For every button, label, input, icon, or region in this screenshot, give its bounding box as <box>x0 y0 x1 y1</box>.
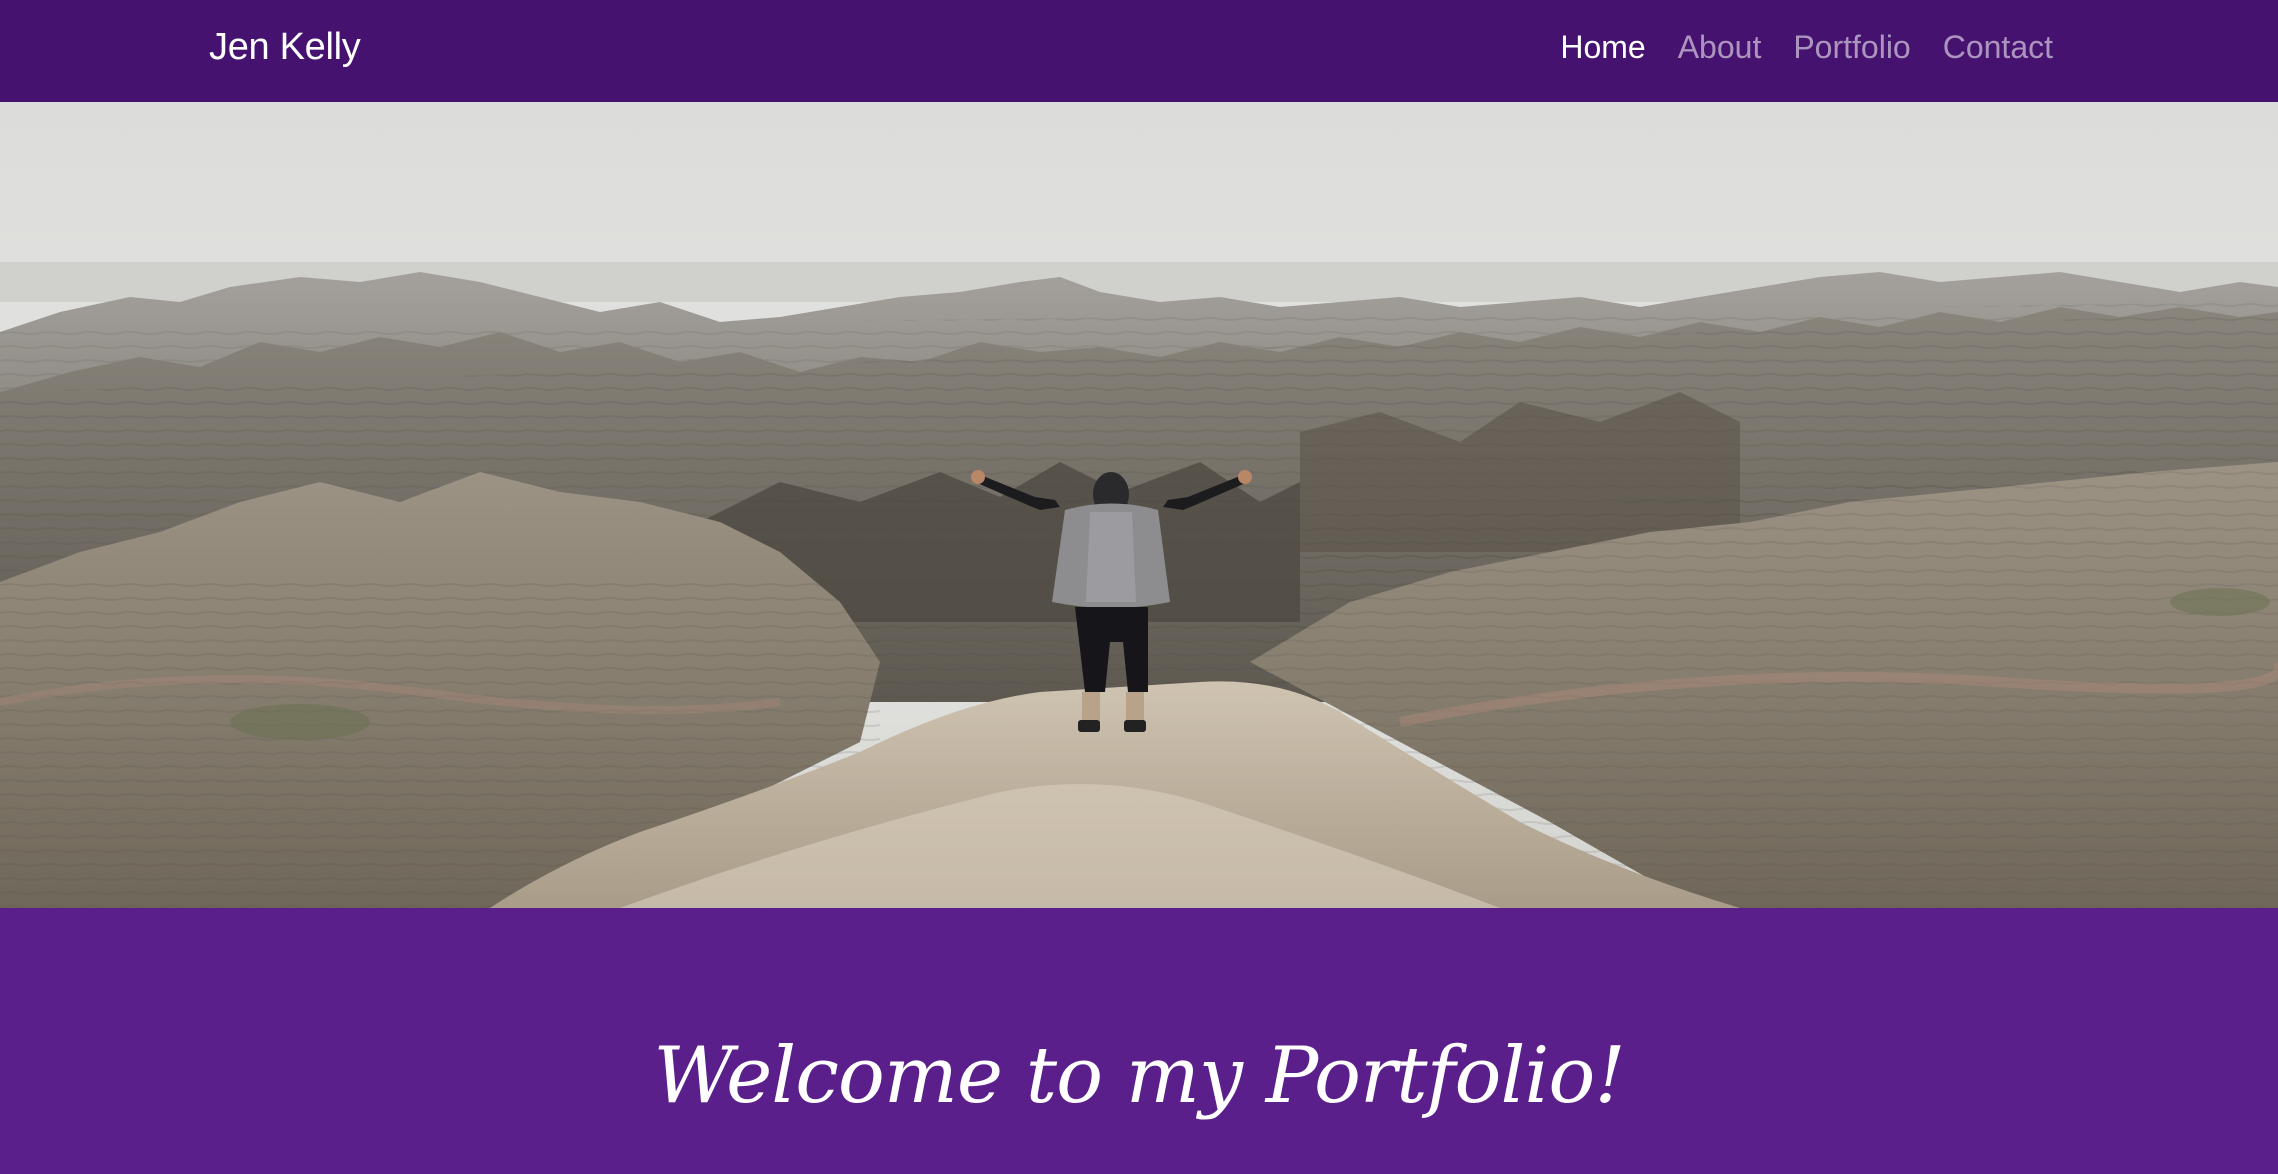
nav-item-about: About <box>1678 24 1762 70</box>
welcome-section: Welcome to my Portfolio! <box>0 908 2278 1174</box>
nav-item-contact: Contact <box>1943 24 2053 70</box>
nav-item-home: Home <box>1560 24 1645 70</box>
nav-link-home[interactable]: Home <box>1560 29 1645 65</box>
hero-image <box>0 102 2278 908</box>
nav-link-about[interactable]: About <box>1678 29 1762 65</box>
nav-link-contact[interactable]: Contact <box>1943 29 2053 65</box>
badlands-landscape-image <box>0 102 2278 908</box>
welcome-heading: Welcome to my Portfolio! <box>653 1031 1625 1121</box>
top-navbar: Jen Kelly Home About Portfolio Contact <box>0 0 2278 102</box>
brand-link[interactable]: Jen Kelly <box>209 24 361 70</box>
nav-links: Home About Portfolio Contact <box>1560 24 2053 70</box>
nav-link-portfolio[interactable]: Portfolio <box>1793 29 1910 65</box>
nav-item-portfolio: Portfolio <box>1793 24 1910 70</box>
